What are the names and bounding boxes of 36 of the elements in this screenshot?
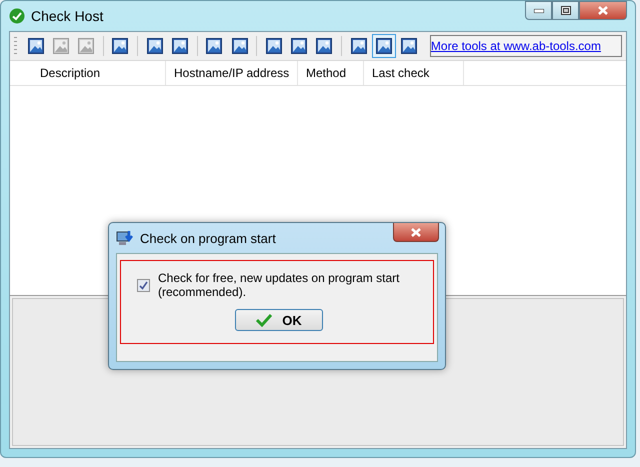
column-header[interactable]: Last check [364, 61, 464, 85]
restore-icon [560, 6, 570, 15]
column-header[interactable]: Method [298, 61, 364, 85]
close-button[interactable] [579, 1, 627, 20]
picture-icon [206, 38, 222, 54]
picture-icon [28, 38, 44, 54]
picture-icon [350, 38, 367, 54]
close-icon [598, 6, 608, 15]
window-title: Check Host [31, 8, 104, 24]
close-button[interactable] [393, 223, 439, 242]
column-header[interactable]: Description [32, 61, 166, 85]
picture-icon [172, 38, 188, 54]
picture-icon [78, 38, 94, 54]
checkbox-label: Check for free, new updates on program start (recommended). [158, 271, 400, 299]
picture-icon [266, 38, 282, 54]
picture-icon [52, 38, 69, 54]
minimize-button[interactable] [525, 1, 552, 20]
picture-icon [316, 38, 332, 54]
close-icon [411, 228, 421, 236]
picture-icon [232, 38, 248, 54]
ok-button[interactable]: OK [235, 309, 323, 331]
column-header[interactable]: Hostname/IP address [166, 61, 298, 85]
picture-icon [376, 38, 392, 54]
check-icon [9, 8, 25, 24]
picture-icon [291, 38, 308, 54]
dialog-title: Check on program start [140, 230, 276, 246]
check-icon [256, 313, 272, 327]
website-link[interactable]: More tools at www.ab-tools.com [430, 39, 601, 53]
computer-download-icon [116, 229, 134, 247]
minimize-icon [534, 8, 544, 12]
picture-icon [112, 38, 128, 54]
update-checkbox[interactable] [137, 278, 150, 292]
toolbar-button[interactable] [372, 34, 396, 58]
picture-icon [401, 38, 418, 54]
picture-icon [146, 38, 163, 54]
maximize-button[interactable] [552, 1, 579, 20]
